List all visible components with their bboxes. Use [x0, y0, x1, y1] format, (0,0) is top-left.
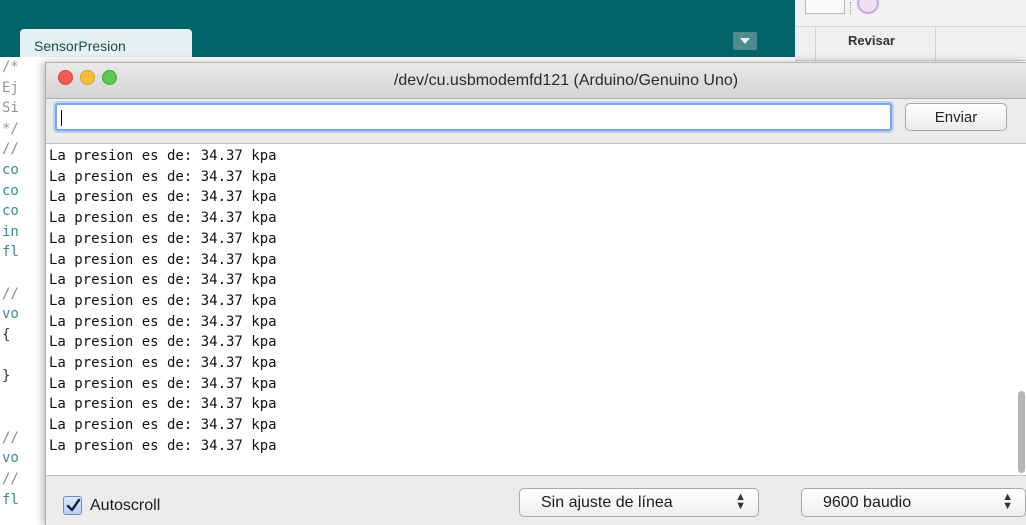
code-editor[interactable]: /* Ej Si */ // co co co in fl // vo { } // vo // fl	[0, 57, 48, 525]
code-line: in	[2, 223, 19, 240]
window-title: /dev/cu.usbmodemfd121 (Arduino/Genuino U…	[393, 72, 739, 89]
serial-send-input[interactable]	[55, 103, 892, 131]
code-line: co	[2, 203, 19, 220]
code-line: co	[2, 182, 19, 199]
code-line: Si	[2, 100, 19, 117]
ide-right-panel-header	[795, 27, 1026, 61]
send-row: Enviar	[46, 99, 1026, 141]
line-ending-select[interactable]: Sin ajuste de línea ▲ ▼	[519, 488, 759, 517]
serial-footer: Autoscroll Sin ajuste de línea ▲ ▼ 9600 b…	[46, 476, 1026, 525]
serial-output-line: La presion es de: 34.37 kpa	[49, 189, 277, 206]
serial-output-line: La presion es de: 34.37 kpa	[49, 168, 277, 185]
column-divider	[815, 27, 816, 61]
serial-output-line: La presion es de: 34.37 kpa	[49, 313, 277, 330]
autoscroll-label: Autoscroll	[90, 496, 161, 514]
code-line: }	[2, 368, 11, 384]
toolbar-separator	[850, 2, 851, 14]
code-line: fl	[2, 491, 19, 508]
text-caret	[61, 110, 62, 126]
serial-output-line: La presion es de: 34.37 kpa	[49, 272, 277, 289]
updown-chevron-icon: ▲ ▼	[735, 491, 746, 512]
code-line: Ej	[2, 79, 19, 96]
serial-output-line: La presion es de: 34.37 kpa	[49, 210, 277, 227]
serial-output-line: La presion es de: 34.37 kpa	[49, 292, 277, 309]
serial-output-line: La presion es de: 34.37 kpa	[49, 251, 277, 268]
baud-rate-select[interactable]: 9600 baudio ▲ ▼	[801, 488, 1026, 517]
column-divider	[935, 27, 936, 61]
serial-monitor-window: /dev/cu.usbmodemfd121 (Arduino/Genuino U…	[45, 62, 1026, 525]
autoscroll-checkbox[interactable]: Autoscroll	[63, 496, 160, 515]
code-line: {	[2, 326, 11, 343]
code-line: vo	[2, 450, 19, 467]
ide-tab-strip: SensorPresion	[0, 27, 795, 57]
tab-revisar[interactable]: Revisar	[848, 33, 895, 48]
vertical-scrollbar[interactable]	[1018, 391, 1025, 473]
checkmark-icon[interactable]	[63, 496, 82, 515]
code-line: */	[2, 120, 19, 137]
serial-output-line: La presion es de: 34.37 kpa	[49, 230, 277, 247]
send-button[interactable]: Enviar	[905, 103, 1007, 131]
code-line: //	[2, 471, 19, 487]
code-line: vo	[2, 306, 19, 323]
code-line: //	[2, 141, 19, 158]
code-line: fl	[2, 244, 19, 261]
tab-menu-chevron-down-icon[interactable]	[733, 32, 757, 50]
window-titlebar[interactable]: /dev/cu.usbmodemfd121 (Arduino/Genuino U…	[46, 63, 1026, 99]
updown-chevron-icon: ▲ ▼	[1002, 491, 1013, 512]
serial-output-line: La presion es de: 34.37 kpa	[49, 355, 277, 371]
serial-output-line: La presion es de: 34.37 kpa	[49, 148, 277, 164]
code-line: //	[2, 285, 19, 302]
serial-output-line: La presion es de: 34.37 kpa	[49, 417, 277, 434]
serial-output-line: La presion es de: 34.37 kpa	[49, 437, 277, 454]
serial-output-line: La presion es de: 34.37 kpa	[49, 375, 277, 392]
code-line: //	[2, 429, 19, 446]
tab-sensorpresion[interactable]: SensorPresion	[20, 29, 192, 57]
code-line: /*	[2, 59, 19, 75]
line-ending-value: Sin ajuste de línea	[541, 494, 673, 511]
serial-output-line: La presion es de: 34.37 kpa	[49, 396, 277, 413]
serial-output[interactable]: La presion es de: 34.37 kpa La presion es…	[46, 143, 1026, 476]
baud-rate-value: 9600 baudio	[823, 494, 912, 511]
ide-toolbar-control[interactable]	[805, 0, 845, 14]
ide-toolbar	[0, 0, 795, 27]
serial-output-line: La presion es de: 34.37 kpa	[49, 334, 277, 351]
code-line: co	[2, 162, 19, 178]
